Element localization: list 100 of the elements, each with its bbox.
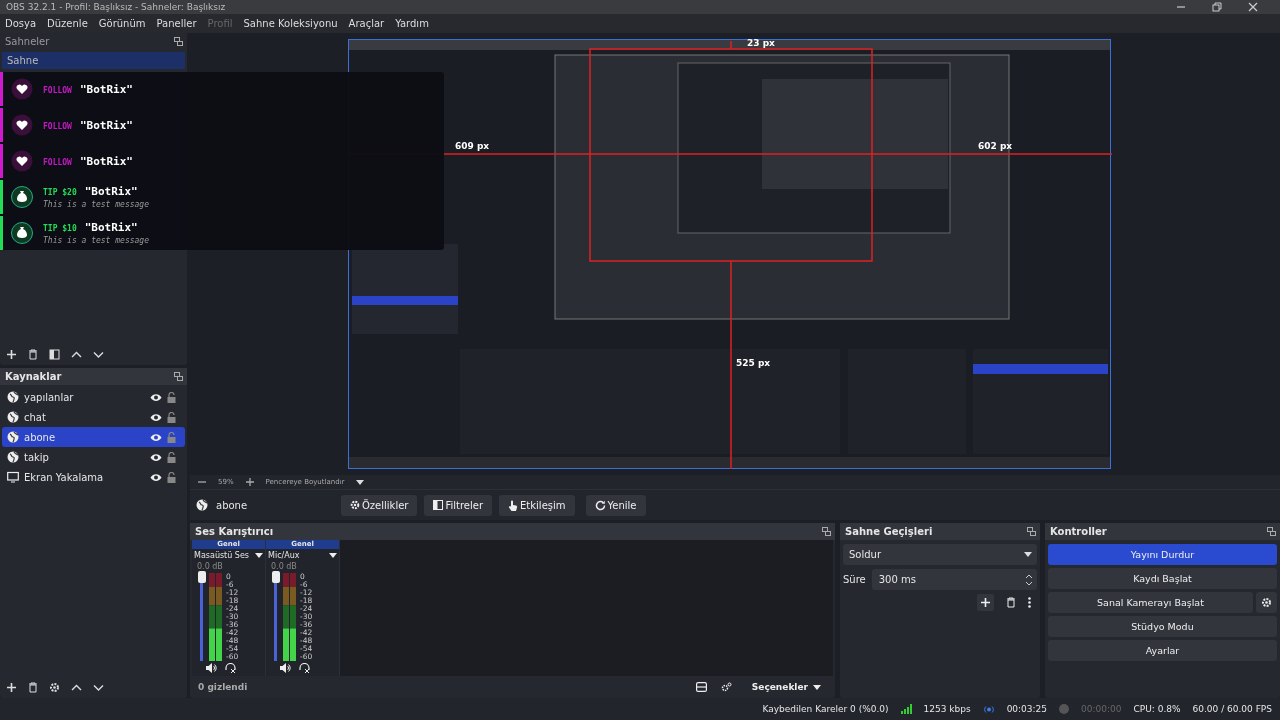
source-item[interactable]: yapılanlar [2,387,185,407]
source-item[interactable]: chat [2,407,185,427]
more-icon[interactable] [1028,597,1031,608]
gear-icon [350,500,360,510]
control-button[interactable]: Kaydı Başlat [1048,568,1277,589]
control-button[interactable]: Yayını Durdur [1048,544,1277,565]
headphones-icon[interactable] [299,663,310,673]
broadcast-icon [982,704,995,714]
control-button[interactable]: Ayarlar [1048,640,1277,661]
filters-button[interactable]: Filtreler [424,494,493,516]
menu-item[interactable]: Paneller [156,18,197,29]
duration-label: Süre [843,574,866,585]
trash-icon[interactable] [28,348,38,360]
control-button[interactable]: Sanal Kamerayı Başlat [1048,592,1253,613]
fps: 60.00 / 60.00 FPS [1192,704,1272,714]
source-item[interactable]: Ekran Yakalama [2,467,185,487]
gear-icon[interactable] [49,681,60,693]
eye-icon[interactable] [150,452,162,462]
options-dropdown[interactable]: Seçenekler [745,681,827,693]
menu-item[interactable]: Düzenle [47,18,88,29]
speaker-icon[interactable] [280,663,291,673]
eye-icon[interactable] [150,392,162,402]
undock-icon[interactable] [174,37,183,46]
volume-reading: 0.0 dB [196,562,224,571]
interact-button[interactable]: Etkileşim [499,494,575,516]
source-name: abone [24,431,57,443]
dock-title: Ses Karıştırıcı [195,526,274,537]
menu-item[interactable]: Görünüm [98,18,146,29]
filter-icon[interactable] [49,348,60,360]
settings-button[interactable] [1256,592,1277,613]
menu-item[interactable]: Araçlar [348,18,385,29]
globe-icon [7,391,19,403]
control-button[interactable]: Stüdyo Modu [1048,616,1277,637]
trash-icon[interactable] [1006,597,1016,608]
caret-icon [255,553,263,558]
lock-icon[interactable] [167,471,176,483]
menu-item[interactable]: Yardım [395,18,429,29]
caret-icon [329,553,337,558]
layout-icon[interactable] [695,682,707,692]
add-icon[interactable] [6,348,17,360]
undock-icon[interactable] [1027,527,1036,536]
undock-icon[interactable] [1267,527,1276,536]
headphones-icon[interactable] [225,663,236,673]
alert-username: "BotRix" [84,221,138,234]
record-dot-icon [1059,704,1070,714]
trash-icon[interactable] [28,681,38,693]
add-button[interactable] [977,594,994,611]
undock-icon[interactable] [822,527,831,536]
restore-icon[interactable] [1212,2,1222,12]
lock-icon[interactable] [167,451,176,463]
globe-icon [7,451,19,463]
money-bag-icon [11,222,33,244]
volume-slider[interactable] [272,573,280,661]
guide-line [730,40,732,50]
refresh-icon [594,499,606,511]
record-time: 00:00:00 [1081,704,1122,714]
scene-item[interactable]: Sahne [2,52,185,69]
gears-icon[interactable] [720,682,732,692]
source-name: Ekran Yakalama [24,471,105,483]
source-item[interactable]: abone [2,427,185,447]
add-icon[interactable] [6,681,17,693]
money-bag-icon [11,186,33,208]
menu-item[interactable]: Sahne Koleksiyonu [243,18,338,29]
eye-icon[interactable] [150,432,162,442]
caret-icon [813,684,821,690]
add-icon [980,597,991,608]
volume-reading: 0.0 dB [270,562,298,571]
dock-title: Sahne Geçişleri [845,526,933,537]
volume-slider[interactable] [198,573,206,661]
speaker-icon[interactable] [206,663,217,673]
selection-box[interactable] [589,48,873,262]
lock-icon[interactable] [167,391,176,403]
duration-field[interactable]: 300 ms [871,569,1037,590]
menu-item[interactable]: Dosya [5,18,37,29]
selected-source-name: abone [216,499,248,511]
guide-label: 609 px [455,141,490,151]
eye-icon[interactable] [150,472,162,482]
guide-label: 602 px [978,141,1013,151]
source-item[interactable]: takip [2,447,185,467]
refresh-button[interactable]: Yenile [585,494,646,516]
signal-bars-icon [900,704,912,714]
channel-name-dropdown[interactable]: Mic/Aux [266,549,339,562]
alert-type-label: TIP $20 [43,188,77,197]
eye-icon[interactable] [150,412,162,422]
properties-button[interactable]: Özellikler [341,494,418,516]
undock-icon[interactable] [174,372,183,381]
transition-dropdown[interactable]: Soldur [843,544,1037,565]
lock-icon[interactable] [167,411,176,423]
dock-title: Kaynaklar [5,371,62,382]
source-name: takip [24,451,50,463]
hidden-count: 0 gizlendi [198,682,249,692]
hand-icon [508,499,519,511]
caret-icon[interactable] [356,479,365,485]
dropped-frames: Kaybedilen Kareler 0 (%0.0) [762,704,889,714]
alert-username: "BotRix" [79,118,133,132]
alert-username: "BotRix" [79,82,133,96]
zoom-in-icon[interactable] [245,478,254,486]
guide-label: 525 px [736,358,771,368]
close-icon[interactable] [1248,2,1258,12]
channel-name-dropdown[interactable]: Masaüstü Ses [192,549,265,562]
